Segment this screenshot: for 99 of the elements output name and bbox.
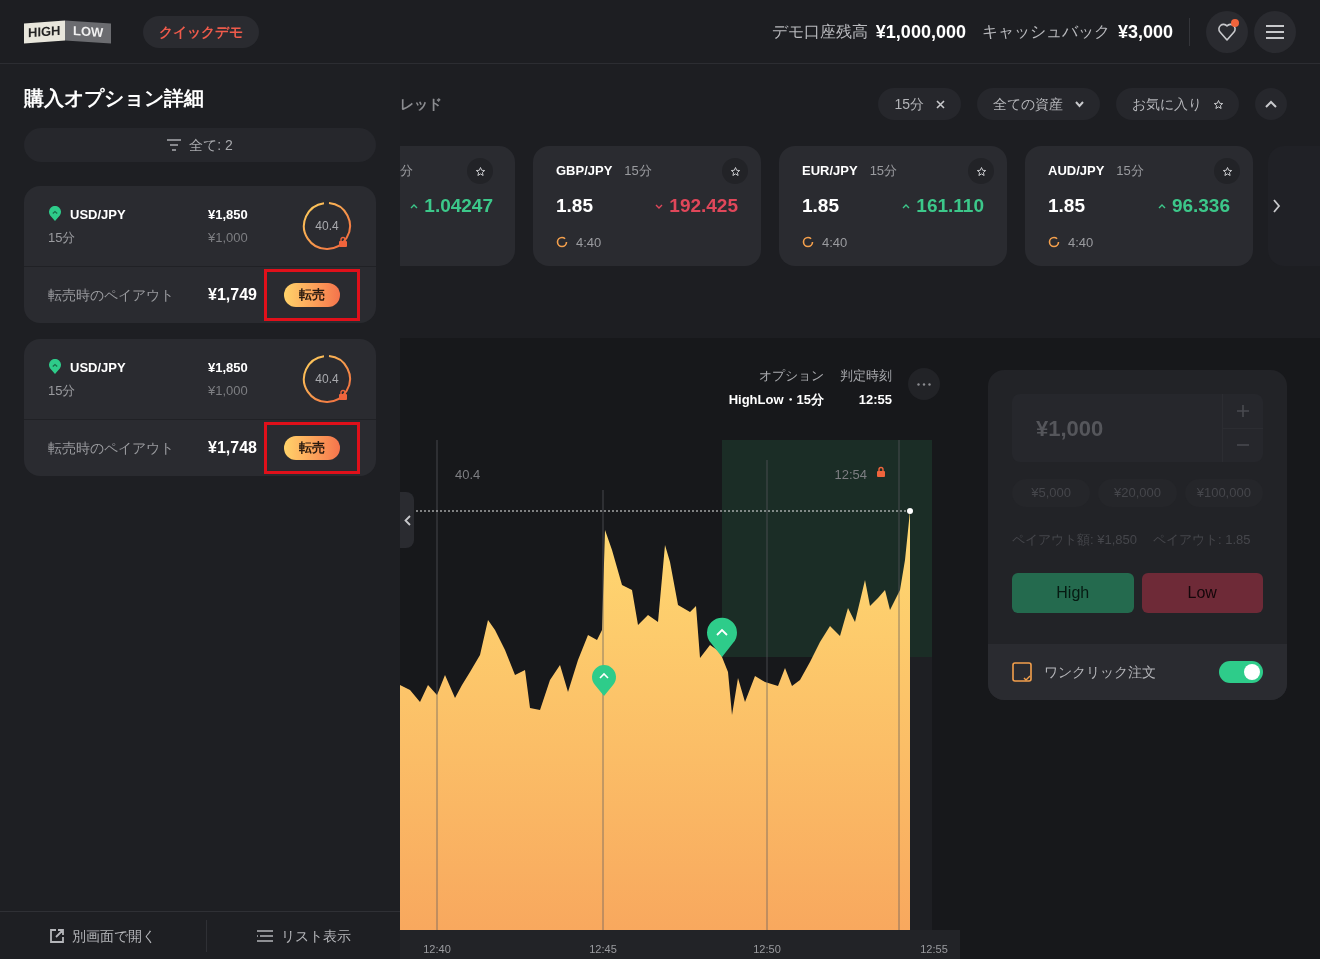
asset-card[interactable]: 分 1.04247 [400, 146, 515, 266]
timer-icon [1048, 236, 1060, 249]
favorite-button[interactable] [1214, 158, 1240, 184]
lock-icon [338, 236, 348, 248]
payout-amount: ¥1,850 [208, 358, 248, 377]
filter-chip[interactable]: 全ての資産 [977, 88, 1100, 120]
close-icon [936, 99, 945, 109]
strike-value: 40.4 [315, 218, 339, 235]
lock-time: 12:54 [834, 467, 867, 482]
price-value: 192.425 [669, 194, 738, 218]
resell-button[interactable]: 転売 [284, 283, 340, 307]
menu-button[interactable] [1254, 10, 1296, 53]
list-icon [256, 929, 273, 942]
star-icon [1214, 99, 1223, 109]
pair-name: EUR/JPY [802, 162, 858, 181]
collapse-button[interactable] [1255, 88, 1287, 120]
expiry-value: 12:55 [857, 390, 892, 409]
asset-card[interactable]: EUR/JPY 15分 1.85 161.110 4:40 [779, 146, 1007, 266]
price-value: 1.04247 [424, 194, 493, 218]
collapse-panel-tab[interactable] [400, 492, 414, 548]
external-link-icon [50, 928, 64, 943]
payout-rate: 1.85 [802, 194, 839, 218]
countdown: 4:40 [576, 233, 602, 252]
resale-label: 転売時のペイアウト [48, 439, 175, 458]
pair-name: GBP/JPY [556, 162, 613, 181]
stake-amount: ¥1,000 [208, 229, 248, 247]
expiry-label: 判定時刻 [840, 367, 892, 385]
duration: 15分 [869, 162, 898, 181]
duration: 15分 [624, 162, 652, 181]
open-window-button[interactable]: 別画面で開く [0, 912, 206, 959]
up-pin-icon [592, 665, 616, 696]
pair-name: AUD/JPY [1048, 162, 1105, 181]
axis-label: 12:45 [589, 942, 617, 957]
chevron-left-icon [403, 514, 411, 526]
current-price-dot [907, 508, 913, 514]
cashback-label: キャッシュバック [981, 21, 1110, 42]
star-icon [1222, 166, 1232, 176]
duration: 15分 [1116, 162, 1144, 181]
balance-label: デモ口座残高 [771, 21, 868, 42]
option-value: HighLow・15分 [728, 390, 824, 409]
price-value: 96.336 [1171, 194, 1230, 218]
axis-label: 12:55 [920, 942, 948, 957]
up-pin-icon [707, 617, 737, 657]
star-icon [475, 166, 485, 176]
axis-label: 12:40 [423, 942, 451, 957]
chevron-up-icon [1265, 100, 1277, 108]
pair-name: USD/JPY [70, 358, 126, 377]
duration: 15分 [48, 229, 77, 247]
option-label: オプション [758, 367, 824, 385]
resale-payout: ¥1,748 [208, 438, 257, 458]
notification-button[interactable] [1206, 10, 1248, 53]
lock-icon [877, 466, 885, 477]
star-icon [976, 166, 986, 176]
more-icon [917, 382, 931, 386]
one-click-label: ワンクリック注文 [1044, 663, 1156, 682]
payout-amount: ¥1,850 [208, 205, 248, 224]
location-pin-icon [48, 359, 62, 376]
filter-bar[interactable]: 全て: 2 [24, 128, 376, 162]
cashback-value: ¥3,000 [1117, 20, 1173, 44]
strike-value: 40.4 [315, 371, 339, 388]
timer-icon [802, 236, 814, 249]
payout-rate: 1.85 [556, 194, 593, 218]
panel-title: 購入オプション詳細 [24, 86, 205, 111]
timer-ring-icon [302, 201, 352, 251]
one-click-icon [1012, 662, 1032, 682]
filter-icon [167, 139, 182, 151]
resell-button[interactable]: 転売 [284, 436, 340, 460]
chevron-right-icon [1273, 199, 1281, 213]
lock-icon [338, 389, 348, 401]
pair-name: USD/JPY [70, 205, 126, 224]
balance-value: ¥1,000,000 [875, 20, 966, 44]
plus-icon [1237, 404, 1249, 417]
stake-amount: ¥1,000 [208, 382, 248, 400]
axis-label: 12:50 [753, 942, 781, 957]
timer-icon [556, 236, 568, 249]
filter-chip[interactable]: 15分 [878, 88, 961, 120]
asset-card[interactable]: AUD/JPY 15分 1.85 96.336 4:40 [1025, 146, 1253, 266]
strike-label: 40.4 [455, 467, 481, 482]
favorite-button[interactable] [722, 158, 748, 184]
resale-label: 転売時のペイアウト [48, 286, 175, 305]
favorite-button[interactable] [968, 158, 994, 184]
duration: 分 [400, 162, 413, 181]
section-title: レッド [400, 95, 442, 114]
menu-icon [1266, 24, 1284, 39]
payout-rate: 1.85 [1048, 194, 1085, 218]
resale-payout: ¥1,749 [208, 285, 257, 305]
demo-badge[interactable]: クイックデモ [142, 15, 259, 48]
timer-ring-icon [302, 354, 352, 404]
chevron-down-icon [1075, 99, 1084, 109]
countdown: 4:40 [822, 233, 848, 252]
list-view-button[interactable]: リスト表示 [207, 912, 400, 959]
favorite-button[interactable] [467, 158, 493, 184]
filter-chip[interactable]: お気に入り [1116, 88, 1239, 120]
asset-card[interactable]: GBP/JPY 15分 1.85 192.425 4:40 [533, 146, 761, 266]
duration: 15分 [48, 382, 77, 400]
star-icon [730, 166, 740, 176]
price-value: 161.110 [916, 194, 984, 218]
location-pin-icon [48, 206, 62, 223]
countdown: 4:40 [1068, 233, 1094, 252]
